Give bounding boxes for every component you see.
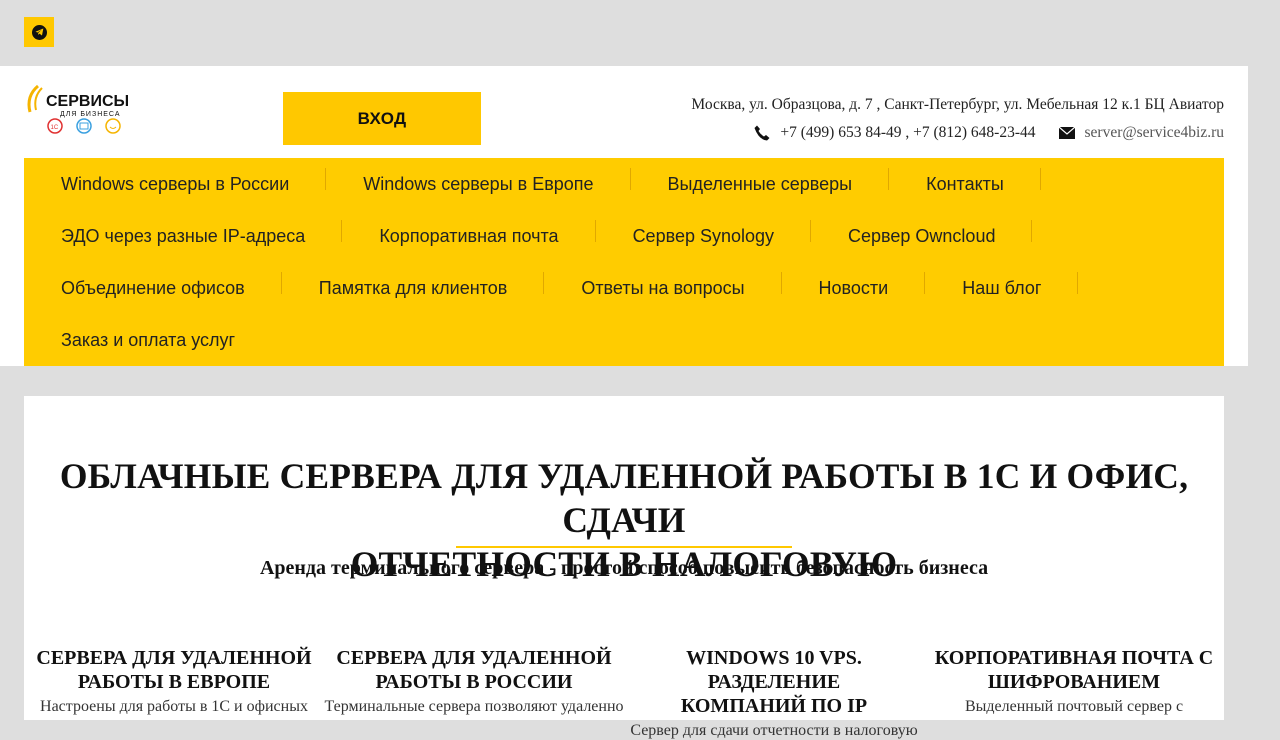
login-button[interactable]: ВХОД xyxy=(283,92,481,145)
card-title-line2: РАБОТЫ В РОССИИ xyxy=(375,671,573,693)
nav-row: Объединение офисов Памятка для клиентов … xyxy=(24,262,1224,314)
nav-corporate-mail[interactable]: Корпоративная почта xyxy=(379,219,596,247)
card-title-line1: WINDOWS 10 VPS. РАЗДЕЛЕНИЕ xyxy=(686,647,862,693)
service-cards: СЕРВЕРА ДЛЯ УДАЛЕННОЙ РАБОТЫ В ЕВРОПЕ На… xyxy=(24,646,1224,740)
nav-row: Windows серверы в России Windows серверы… xyxy=(24,158,1224,210)
phone-icon xyxy=(753,124,771,142)
card-title-line1: СЕРВЕРА ДЛЯ УДАЛЕННОЙ xyxy=(336,647,612,669)
page-subtitle: Аренда терминального сервера - простой с… xyxy=(259,557,989,579)
service-card[interactable]: WINDOWS 10 VPS. РАЗДЕЛЕНИЕ КОМПАНИЙ ПО I… xyxy=(624,646,924,740)
page-title-line1: ОБЛАЧНЫЕ СЕРВЕРА ДЛЯ УДАЛЕННОЙ РАБОТЫ В … xyxy=(59,456,1189,540)
nav-owncloud[interactable]: Сервер Owncloud xyxy=(848,219,1033,247)
card-title[interactable]: КОРПОРАТИВНАЯ ПОЧТА С ШИФРОВАНИЕМ xyxy=(924,646,1224,694)
title-divider xyxy=(456,546,792,548)
card-title[interactable]: СЕРВЕРА ДЛЯ УДАЛЕННОЙ РАБОТЫ В ЕВРОПЕ xyxy=(24,646,324,694)
card-title-line1: СЕРВЕРА ДЛЯ УДАЛЕННОЙ xyxy=(36,647,312,669)
site-logo[interactable]: СЕРВИСЫ ДЛЯ БИЗНЕСА 1С xyxy=(24,82,129,138)
card-text: Терминальные сервера позволяют удаленно xyxy=(324,698,624,715)
site-header: СЕРВИСЫ ДЛЯ БИЗНЕСА 1С ВХОД Москва, ул. … xyxy=(0,66,1248,366)
email-link[interactable]: server@service4biz.ru xyxy=(1085,124,1225,142)
card-text: Настроены для работы в 1С и офисных xyxy=(40,698,308,715)
nav-office-merge[interactable]: Объединение офисов xyxy=(61,271,282,299)
card-title-line2: КОМПАНИЙ ПО IP xyxy=(680,695,868,717)
card-text: Сервер для сдачи отчетности в налоговую xyxy=(630,722,918,739)
main-content: ОБЛАЧНЫЕ СЕРВЕРА ДЛЯ УДАЛЕННОЙ РАБОТЫ В … xyxy=(24,396,1224,739)
nav-news[interactable]: Новости xyxy=(819,271,926,299)
nav-faq[interactable]: Ответы на вопросы xyxy=(581,271,782,299)
phone-numbers[interactable]: +7 (499) 653 84-49 , +7 (812) 648-23-44 xyxy=(780,124,1035,142)
logo-main: СЕРВИСЫ xyxy=(46,93,128,110)
service-card[interactable]: КОРПОРАТИВНАЯ ПОЧТА С ШИФРОВАНИЕМ Выделе… xyxy=(924,646,1224,740)
nav-row: Заказ и оплата услуг xyxy=(24,314,1224,366)
nav-windows-europe[interactable]: Windows серверы в Европе xyxy=(363,167,631,195)
envelope-icon xyxy=(1058,124,1076,142)
card-title[interactable]: WINDOWS 10 VPS. РАЗДЕЛЕНИЕ КОМПАНИЙ ПО I… xyxy=(624,646,924,718)
nav-windows-russia[interactable]: Windows серверы в России xyxy=(61,167,327,195)
card-title-line2: ШИФРОВАНИЕМ xyxy=(987,671,1161,693)
nav-edo-ip[interactable]: ЭДО через разные IP-адреса xyxy=(61,219,343,247)
nav-order-payment[interactable]: Заказ и оплата услуг xyxy=(61,330,272,351)
main-nav: Windows серверы в России Windows серверы… xyxy=(24,158,1224,366)
telegram-button[interactable] xyxy=(24,17,54,47)
service-card[interactable]: СЕРВЕРА ДЛЯ УДАЛЕННОЙ РАБОТЫ В РОССИИ Те… xyxy=(324,646,624,740)
nav-contacts[interactable]: Контакты xyxy=(926,167,1041,195)
logo-sub: ДЛЯ БИЗНЕСА xyxy=(60,111,120,118)
card-title-line2: РАБОТЫ В ЕВРОПЕ xyxy=(77,671,271,693)
service-card[interactable]: СЕРВЕРА ДЛЯ УДАЛЕННОЙ РАБОТЫ В ЕВРОПЕ На… xyxy=(24,646,324,740)
card-title-line1: КОРПОРАТИВНАЯ ПОЧТА С xyxy=(934,647,1214,669)
nav-dedicated-servers[interactable]: Выделенные серверы xyxy=(668,167,890,195)
nav-row: ЭДО через разные IP-адреса Корпоративная… xyxy=(24,210,1224,262)
telegram-icon xyxy=(31,24,47,40)
card-text: Выделенный почтовый сервер с xyxy=(964,698,1184,715)
nav-synology[interactable]: Сервер Synology xyxy=(633,219,812,247)
top-bar xyxy=(0,0,1248,66)
card-title[interactable]: СЕРВЕРА ДЛЯ УДАЛЕННОЙ РАБОТЫ В РОССИИ xyxy=(324,646,624,694)
office-address: Москва, ул. Образцова, д. 7 , Санкт-Пете… xyxy=(691,96,1224,113)
nav-client-memo[interactable]: Памятка для клиентов xyxy=(319,271,545,299)
nav-blog[interactable]: Наш блог xyxy=(962,271,1079,299)
contact-info: +7 (499) 653 84-49 , +7 (812) 648-23-44 … xyxy=(753,124,1224,142)
svg-text:1С: 1С xyxy=(51,125,59,131)
